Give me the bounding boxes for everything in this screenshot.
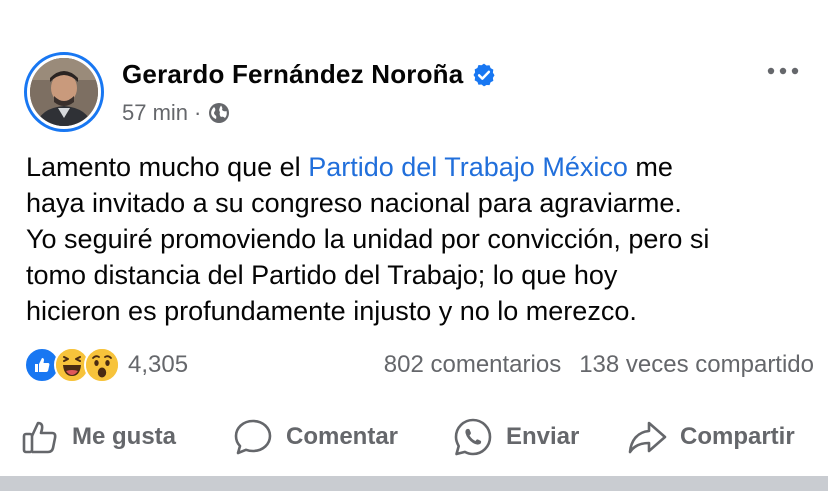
facebook-post: Gerardo Fernández Noroña 57 min · Lament… <box>0 0 828 491</box>
send-whatsapp-button[interactable]: Enviar <box>452 412 579 462</box>
profile-photo <box>30 58 98 126</box>
post-text-line-4: tomo distancia del Partido del Trabajo; … <box>26 260 618 290</box>
share-arrow-icon <box>628 421 667 454</box>
post-meta: 57 min · <box>122 100 231 126</box>
share-button-label: Compartir <box>680 423 795 450</box>
comment-bubble-icon <box>234 419 272 455</box>
post-text: Lamento mucho que el Partido del Trabajo… <box>26 149 816 329</box>
page-mention-link[interactable]: Partido del Trabajo México <box>308 152 628 182</box>
comment-button-label: Comentar <box>286 423 399 450</box>
comment-button[interactable]: Comentar <box>232 412 398 462</box>
whatsapp-icon <box>454 418 492 456</box>
comments-count[interactable]: 802 comentarios <box>384 351 561 379</box>
post-text-line-2: haya invitado a su congreso nacional par… <box>26 188 682 218</box>
thumbs-up-icon <box>22 421 57 454</box>
avatar[interactable] <box>24 52 104 132</box>
feed-divider <box>0 476 828 491</box>
post-text-line-5: hicieron es profundamente injusto y no l… <box>26 296 637 326</box>
like-button[interactable]: Me gusta <box>20 412 176 462</box>
engagement-stats: 4,305 802 comentarios 138 veces comparti… <box>24 346 814 384</box>
post-text-segment: Lamento mucho que el <box>26 152 309 182</box>
author-name-text[interactable]: Gerardo Fernández Noroña <box>122 59 463 90</box>
post-actions-bar: Me gusta Comentar Enviar Compartir <box>0 412 828 462</box>
reactions-count[interactable]: 4,305 <box>128 351 188 379</box>
shares-count[interactable]: 138 veces compartido <box>579 351 814 379</box>
globe-icon <box>207 101 231 125</box>
share-button[interactable]: Compartir <box>626 412 795 462</box>
like-button-label: Me gusta <box>72 423 177 450</box>
timestamp[interactable]: 57 min <box>122 100 188 126</box>
post-text-line-1: Lamento mucho que el Partido del Trabajo… <box>26 149 816 185</box>
post-text-line-3: Yo seguiré promoviendo la unidad por con… <box>26 224 710 254</box>
more-options-icon[interactable] <box>766 64 800 83</box>
wow-icon <box>84 347 120 383</box>
verified-badge-icon <box>471 62 497 88</box>
send-button-label: Enviar <box>506 423 580 450</box>
post-text-segment: me <box>627 152 673 182</box>
reactions-summary[interactable]: 4,305 <box>24 347 188 383</box>
meta-separator: · <box>194 100 202 125</box>
author-name[interactable]: Gerardo Fernández Noroña <box>122 59 497 90</box>
